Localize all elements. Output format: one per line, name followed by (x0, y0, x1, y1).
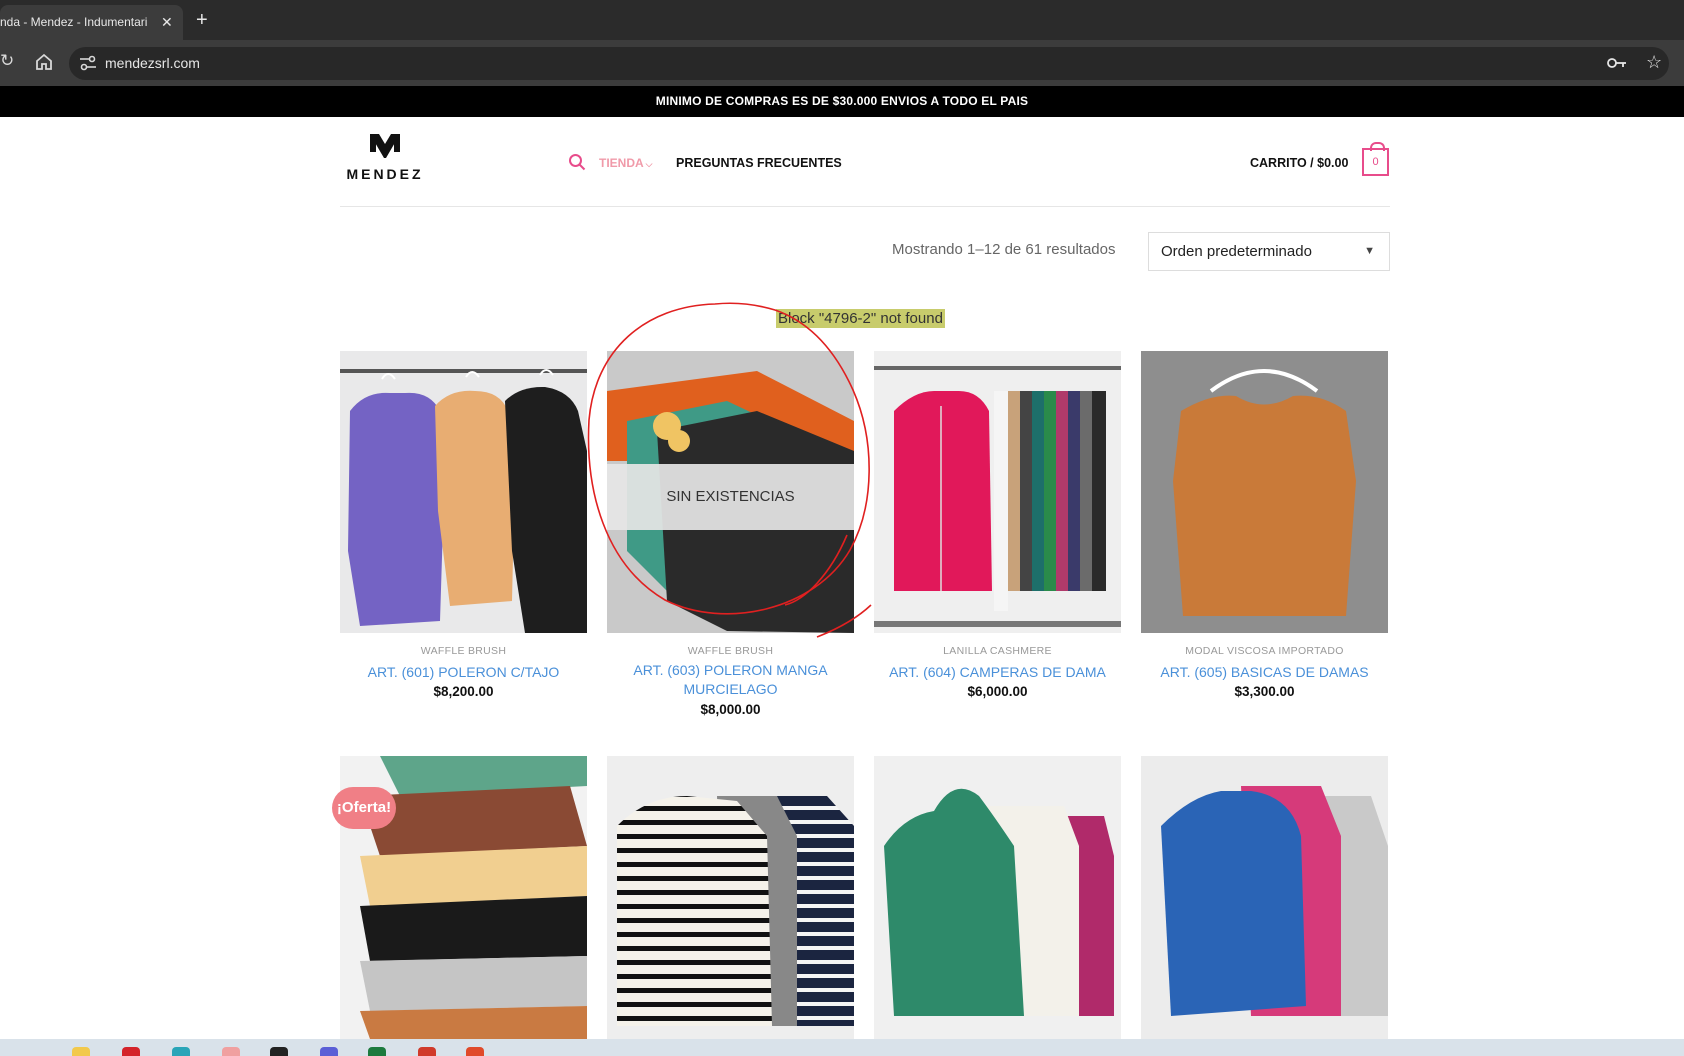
product-price: $6,000.00 (967, 684, 1028, 699)
bookmark-star-icon[interactable]: ☆ (1646, 52, 1662, 73)
product-price: $8,000.00 (700, 702, 761, 717)
url-text[interactable]: mendezsrl.com (105, 47, 200, 80)
product-image[interactable] (340, 351, 587, 633)
product-card[interactable] (1141, 756, 1388, 1039)
nav-preguntas-frecuentes[interactable]: PREGUNTAS FRECUENTES (676, 156, 842, 170)
home-icon[interactable] (34, 52, 54, 72)
logo-mark-icon (370, 134, 400, 158)
browser-tab-bar: nda - Mendez - Indumentari ✕ + (0, 0, 1684, 40)
reload-icon[interactable]: ↻ (0, 51, 14, 71)
site-info-icon[interactable] (79, 55, 97, 71)
product-card[interactable] (607, 756, 854, 1039)
product-category: WAFFLE BRUSH (420, 645, 507, 657)
app-icon[interactable] (222, 1047, 240, 1056)
product-category: WAFFLE BRUSH (687, 645, 774, 657)
product-image[interactable] (607, 756, 854, 1039)
product-image[interactable] (1141, 756, 1388, 1039)
tab-close-icon[interactable]: ✕ (161, 5, 173, 40)
product-price: $8,200.00 (433, 684, 494, 699)
orderby-selected: Orden predeterminado (1161, 243, 1312, 260)
product-card[interactable] (874, 756, 1121, 1039)
app-icon[interactable] (320, 1047, 338, 1056)
password-key-icon[interactable] (1607, 56, 1627, 70)
product-title[interactable]: ART. (605) BASICAS DE DAMAS (1141, 663, 1388, 682)
chevron-down-icon: ▼ (1364, 245, 1375, 257)
cart-count-badge[interactable]: 0 (1362, 142, 1389, 176)
product-image[interactable] (874, 351, 1121, 633)
site-logo[interactable]: MENDEZ (340, 130, 430, 185)
header-divider (340, 206, 1390, 207)
product-card[interactable]: WAFFLE BRUSH ART. (601) POLERON C/TAJO $… (340, 351, 587, 711)
cart-link[interactable]: CARRITO / $0.00 (1250, 156, 1348, 170)
result-count: Mostrando 1–12 de 61 resultados (892, 241, 1116, 258)
search-icon[interactable] (568, 153, 586, 171)
nav-tienda-label: TIENDA (599, 156, 644, 170)
nav-tienda[interactable]: TIENDA ⌵ (599, 156, 653, 170)
app-icon[interactable] (270, 1047, 288, 1056)
product-image[interactable] (874, 756, 1121, 1039)
product-card[interactable]: LANILLA CASHMERE ART. (604) CAMPERAS DE … (874, 351, 1121, 711)
product-category: LANILLA CASHMERE (943, 645, 1052, 657)
tab-title: nda - Mendez - Indumentari (0, 15, 148, 29)
excel-icon[interactable] (368, 1047, 386, 1056)
product-title[interactable]: ART. (604) CAMPERAS DE DAMA (874, 663, 1121, 682)
address-bar[interactable]: mendezsrl.com ☆ (69, 47, 1669, 80)
product-category: MODAL VISCOSA IMPORTADO (1185, 645, 1344, 657)
browser-tab[interactable]: nda - Mendez - Indumentari ✕ (0, 5, 183, 40)
file-explorer-icon[interactable] (72, 1047, 90, 1056)
chevron-down-icon: ⌵ (645, 159, 653, 169)
announcement-bar: MINIMO DE COMPRAS ES DE $30.000 ENVIOS A… (0, 86, 1684, 117)
os-taskbar (0, 1039, 1684, 1056)
product-title[interactable]: ART. (601) POLERON C/TAJO (340, 663, 587, 682)
chrome-icon[interactable] (466, 1047, 484, 1056)
orderby-select[interactable]: Orden predeterminado ▼ (1148, 232, 1390, 271)
logo-text: MENDEZ (346, 166, 424, 182)
app-icon[interactable] (418, 1047, 436, 1056)
product-image[interactable] (1141, 351, 1388, 633)
red-annotation-circle (587, 302, 872, 638)
sale-badge: ¡Oferta! (332, 787, 396, 829)
new-tab-button[interactable]: + (196, 7, 208, 33)
product-card[interactable]: MODAL VISCOSA IMPORTADO ART. (605) BASIC… (1141, 351, 1388, 711)
product-price: $3,300.00 (1234, 684, 1295, 699)
product-title[interactable]: ART. (603) POLERON MANGA MURCIELAGO (607, 661, 854, 699)
app-icon[interactable] (172, 1047, 190, 1056)
app-icon[interactable] (122, 1047, 140, 1056)
browser-toolbar: ↻ mendezsrl.com ☆ (0, 40, 1684, 86)
